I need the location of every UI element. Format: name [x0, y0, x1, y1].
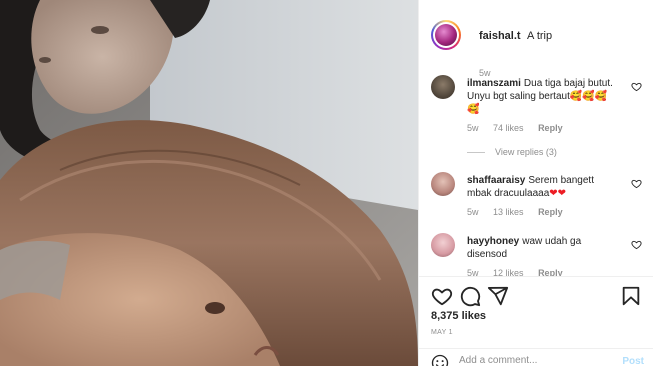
smiley-icon[interactable]	[431, 354, 449, 366]
like-count[interactable]: 8,375 likes	[431, 310, 486, 322]
comment-username[interactable]: ilmanszami	[467, 78, 521, 89]
post-comment-button[interactable]: Post	[622, 356, 644, 366]
reply-button[interactable]: Reply	[538, 207, 563, 217]
comment-input[interactable]	[459, 355, 609, 366]
comment-like-heart-icon[interactable]	[631, 239, 642, 250]
caption-text: A trip	[527, 30, 553, 42]
bookmark-icon[interactable]	[620, 285, 642, 307]
comment-timestamp[interactable]: 5w	[467, 123, 479, 133]
comment-item: shaffaaraisy Serem bangett mbak dracuulaa…	[431, 172, 646, 222]
add-comment-bar: Post	[419, 348, 653, 366]
paper-plane-icon[interactable]	[487, 285, 509, 307]
heart-emoji: ❤❤	[549, 188, 567, 199]
comment-likes[interactable]: 74 likes	[493, 123, 524, 133]
comment-like-heart-icon[interactable]	[631, 178, 642, 189]
reply-button[interactable]: Reply	[538, 123, 563, 133]
comment-item: ilmanszami Dua tiga bajaj butut. Unyu bgt…	[431, 75, 646, 155]
view-replies-link[interactable]: View replies (3)	[467, 147, 557, 157]
post-photo[interactable]	[0, 0, 418, 366]
comment-timestamp[interactable]: 5w	[467, 207, 479, 217]
commenter-avatar[interactable]	[431, 75, 455, 99]
post-date[interactable]: MAY 1	[431, 329, 453, 336]
commenter-avatar[interactable]	[431, 172, 455, 196]
comment-username[interactable]: hayyhoney	[467, 236, 519, 247]
post-image	[0, 0, 418, 366]
heart-outline-icon[interactable]	[431, 285, 453, 307]
post-sidebar: faishal.t A trip 5w ilmanszami Dua tiga b…	[418, 0, 653, 366]
commenter-avatar[interactable]	[431, 233, 455, 257]
comment-item: hayyhoney waw udah ga disensod 5w 12 like…	[431, 233, 646, 278]
comment-like-heart-icon[interactable]	[631, 81, 642, 92]
view-replies-label: View replies (3)	[495, 147, 557, 157]
author-avatar[interactable]	[431, 20, 461, 50]
speech-bubble-icon[interactable]	[459, 285, 481, 307]
comment-likes[interactable]: 13 likes	[493, 207, 524, 217]
post-caption: faishal.t A trip 5w	[431, 20, 646, 78]
comment-username[interactable]: shaffaaraisy	[467, 175, 525, 186]
author-username[interactable]: faishal.t	[479, 30, 521, 42]
replies-dash	[467, 152, 485, 154]
